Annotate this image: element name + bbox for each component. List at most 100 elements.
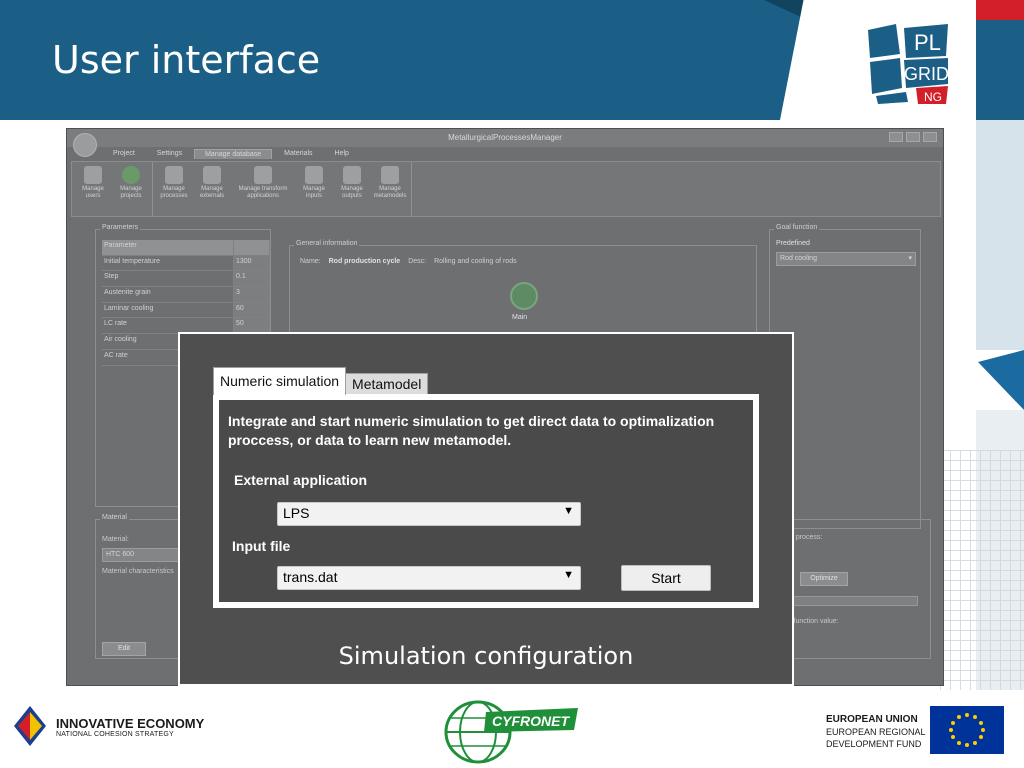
ribbon-label: Manage processes — [160, 186, 188, 199]
plgrid-logo-grid: GRID — [904, 64, 949, 84]
users-icon — [84, 166, 102, 184]
start-button[interactable]: Start — [621, 565, 711, 591]
material-legend: Material — [100, 514, 129, 521]
innovative-economy-subtitle: NATIONAL COHESION STRATEGY — [56, 731, 174, 738]
table-row[interactable]: Laminar cooling 60 — [102, 302, 270, 319]
manage-transform-applications-button[interactable]: Manage transform applications — [232, 164, 294, 214]
plgrid-logo: PL GRID NG — [868, 24, 949, 104]
edit-button[interactable]: Edit — [102, 642, 146, 656]
externals-icon — [203, 166, 221, 184]
red-corner-accent — [976, 0, 1024, 20]
input-file-select[interactable]: trans.dat ▼ — [277, 566, 581, 590]
manage-processes-button[interactable]: Manage processes — [156, 164, 192, 214]
tab-numeric-simulation[interactable]: Numeric simulation — [213, 367, 347, 395]
input-file-label: Input file — [232, 538, 291, 554]
input-file-value: trans.dat — [283, 569, 338, 585]
main-process-node[interactable] — [510, 282, 538, 310]
external-application-label: External application — [234, 472, 368, 488]
parameters-legend: Parameters — [100, 224, 141, 231]
manage-metamodels-button[interactable]: Manage metamodels — [372, 164, 408, 214]
goal-function-select[interactable]: Rod cooling — [776, 252, 916, 266]
param-value[interactable]: 0.1 — [234, 271, 270, 287]
param-name: Step — [102, 271, 234, 287]
table-header: Parameter — [102, 240, 270, 256]
dropdown-arrow-icon: ▼ — [563, 505, 574, 517]
ribbon-label: Manage externals — [199, 186, 225, 199]
menu-tab-project[interactable]: Project — [103, 149, 145, 159]
ribbon-label: Manage outputs — [341, 186, 363, 199]
manage-projects-button[interactable]: Manage projects — [113, 164, 149, 214]
param-name: Austenite grain — [102, 287, 234, 302]
overlay-caption: Simulation configuration — [338, 642, 634, 670]
param-name: Initial temperature — [102, 255, 234, 271]
ribbon-group-database: Manage processes Manage externals Manage… — [153, 162, 412, 216]
table-row[interactable]: Initial temperature 1300 — [102, 255, 270, 272]
manage-inputs-button[interactable]: Manage inputs — [296, 164, 332, 214]
desc-label: Desc: — [408, 258, 427, 265]
manage-users-button[interactable]: Manage users — [75, 164, 111, 214]
eu-fund-text: EUROPEAN UNION EUROPEAN REGIONAL DEVELOP… — [826, 714, 926, 750]
material-characteristics-label: Material characteristics — [102, 568, 174, 575]
decor-panel-light — [976, 120, 1024, 350]
table-row[interactable]: Austenite grain 3 — [102, 287, 270, 303]
close-button[interactable] — [923, 132, 937, 142]
cyfronet-logo: CYFRONET — [444, 700, 578, 764]
metamodels-icon — [381, 166, 399, 184]
innovative-economy-logo — [14, 706, 46, 746]
decor-grid-pattern — [940, 450, 1024, 690]
external-application-value: LPS — [283, 505, 310, 521]
processes-icon — [165, 166, 183, 184]
plgrid-logo-ng: NG — [924, 90, 942, 104]
eu-flag-icon — [930, 706, 1004, 754]
simulation-description: Integrate and start numeric simulation t… — [228, 413, 715, 448]
external-application-select[interactable]: LPS ▼ — [277, 502, 581, 526]
name-value: Rod production cycle — [328, 258, 401, 265]
general-info-row: Name: Rod production cycle Desc: Rolling… — [300, 258, 517, 265]
slide-title: User interface — [52, 38, 321, 82]
numeric-simulation-content: Integrate and start numeric simulation t… — [219, 400, 753, 602]
ribbon-label: Manage inputs — [303, 186, 325, 199]
menu-tab-help[interactable]: Help — [325, 149, 359, 159]
app-menu-orb[interactable] — [73, 133, 97, 157]
maximize-button[interactable] — [906, 132, 920, 142]
inputs-icon — [305, 166, 323, 184]
optimize-button[interactable]: Optimize — [800, 572, 848, 586]
plgrid-logo-pl: PL — [914, 30, 941, 55]
transform-icon — [254, 166, 272, 184]
param-value[interactable]: 1300 — [234, 255, 270, 271]
param-value[interactable]: 50 — [234, 318, 270, 334]
outputs-icon — [343, 166, 361, 184]
cyfronet-wordmark: CYFRONET — [492, 713, 570, 729]
tab-metamodel[interactable]: Metamodel — [345, 373, 429, 395]
ribbon-group-users: Manage users Manage projects — [72, 162, 153, 216]
app-titlebar: MetallurgicalProcessesManager — [67, 129, 943, 147]
table-row[interactable]: Step 0.1 — [102, 271, 270, 288]
general-information-legend: General information — [294, 240, 360, 247]
optimization-process-label: n process: — [790, 534, 823, 541]
param-name: LC rate — [102, 318, 234, 334]
minimize-button[interactable] — [889, 132, 903, 142]
manage-outputs-button[interactable]: Manage outputs — [334, 164, 370, 214]
menu-tab-manage-database[interactable]: Manage database — [194, 149, 273, 159]
optimization-progress-bar — [790, 596, 918, 606]
eu-line-1: EUROPEAN UNION — [826, 714, 918, 725]
param-value[interactable]: 3 — [234, 287, 270, 302]
dropdown-arrow-icon: ▼ — [563, 569, 574, 581]
innovative-economy-text: INNOVATIVE ECONOMY NATIONAL COHESION STR… — [56, 716, 204, 738]
ribbon-label: Manage projects — [120, 186, 142, 199]
eu-line-2: EUROPEAN REGIONAL — [826, 727, 926, 737]
menu-tab-settings[interactable]: Settings — [147, 149, 192, 159]
ribbon-label: Manage metamodels — [373, 186, 407, 199]
manage-externals-button[interactable]: Manage externals — [194, 164, 230, 214]
goal-function-legend: Goal function — [774, 224, 820, 231]
menu-tab-materials[interactable]: Materials — [274, 149, 322, 159]
param-name: Laminar cooling — [102, 302, 234, 318]
param-value[interactable]: 60 — [234, 302, 270, 318]
column-header: Parameter — [102, 240, 234, 255]
app-menubar: Project Settings Manage database Materia… — [103, 149, 359, 159]
name-label: Name: — [300, 258, 321, 265]
simulation-tabs: Numeric simulation Metamodel — [213, 367, 429, 395]
slide: User interface PL GRID NG MetallurgicalP… — [0, 0, 1024, 768]
predefined-label: Predefined — [776, 240, 810, 247]
main-node-label: Main — [512, 314, 528, 321]
